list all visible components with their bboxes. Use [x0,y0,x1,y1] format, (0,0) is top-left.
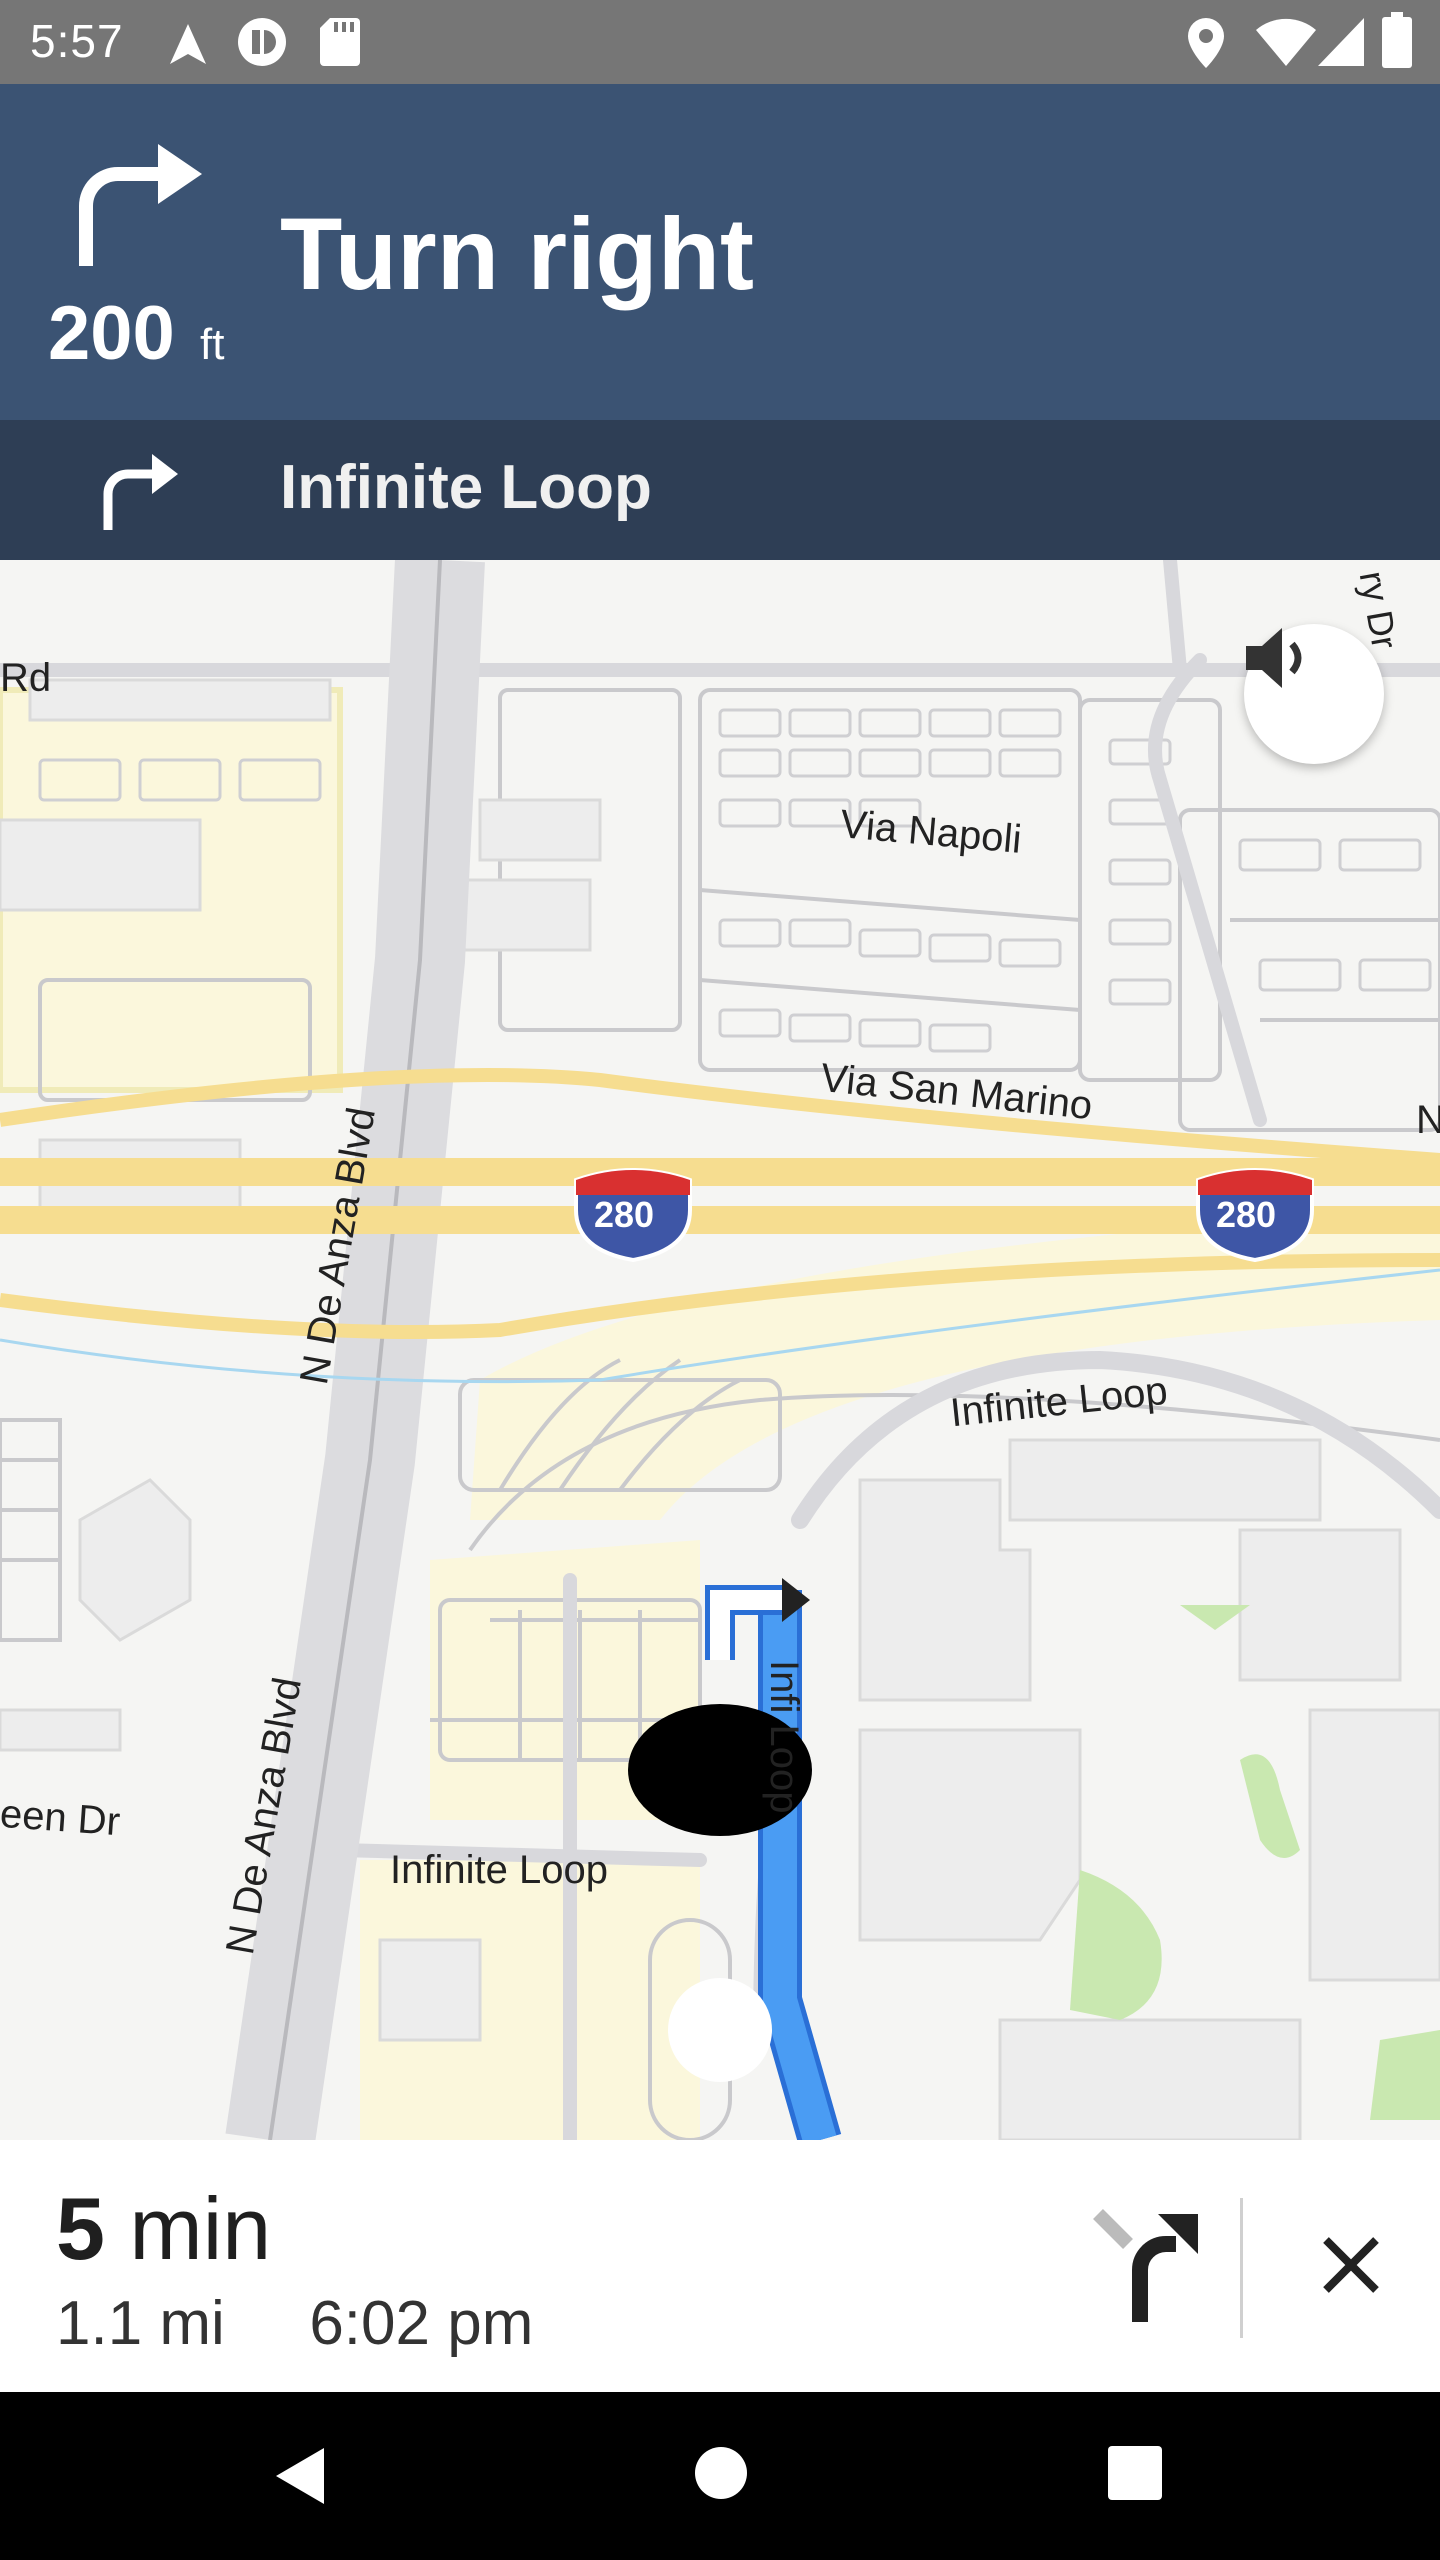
map-view[interactable]: Rd ry Dr Via Napoli Via San Marino N N D… [0,560,1440,2140]
wifi-icon [1256,18,1316,66]
turn-right-arrow-icon [103,454,178,530]
app-notification-icon [238,18,286,66]
back-icon[interactable] [270,2444,334,2508]
turn-right-arrow-icon [79,144,202,266]
trip-summary-panel: 5 min 1.1 mi 6:02 pm [0,2140,1440,2392]
route-fork-icon [1093,2209,1198,2322]
status-time: 5:57 [30,15,124,67]
highway-shield-label-2: 280 [1216,1194,1277,1235]
close-icon [1323,2237,1379,2293]
location-pin-icon [1188,18,1224,68]
sound-toggle-button[interactable] [1244,624,1384,764]
map-canvas [0,560,1440,2140]
cell-signal-icon [1318,18,1364,66]
maneuver-distance-unit: ft [200,320,225,369]
recents-icon[interactable] [1108,2446,1162,2500]
maneuver-distance: 200 [48,291,175,376]
next-street-name: Infinite Loop [280,453,652,522]
speaker-icon [1246,628,1302,688]
trip-distance: 1.1 mi [56,2289,225,2358]
map-label-infinite-loop-lower: Infinite Loop [390,1848,608,1892]
sd-card-icon [320,18,360,66]
navigation-header: Turn right 200 ft [0,84,1440,420]
alternate-routes-button[interactable] [1088,2200,1204,2330]
navigation-arrow-icon [170,24,206,64]
eta-minutes-unit: min [129,2179,272,2278]
eta-minutes-value: 5 [56,2179,105,2278]
system-navigation-bar [0,2392,1440,2560]
map-label-infinite-loop-route: Infi Loop [762,1660,806,1814]
trip-details: 1.1 mi 6:02 pm [56,2288,533,2359]
map-label-rd: Rd [0,656,52,700]
status-bar: 5:57 [0,0,1440,84]
maneuver-title: Turn right [280,197,754,311]
highway-shield-label-1: 280 [594,1194,655,1235]
arrival-time: 6:02 pm [309,2289,534,2358]
map-label-een-dr: een Dr [0,1791,122,1845]
battery-icon [1382,12,1412,68]
next-street-bar: Infinite Loop [0,420,1440,560]
eta-minutes: 5 min [56,2178,271,2280]
map-label-n: N [1416,1098,1440,1142]
panel-divider [1240,2198,1243,2338]
end-navigation-button[interactable] [1296,2210,1406,2320]
home-icon[interactable] [694,2446,748,2500]
